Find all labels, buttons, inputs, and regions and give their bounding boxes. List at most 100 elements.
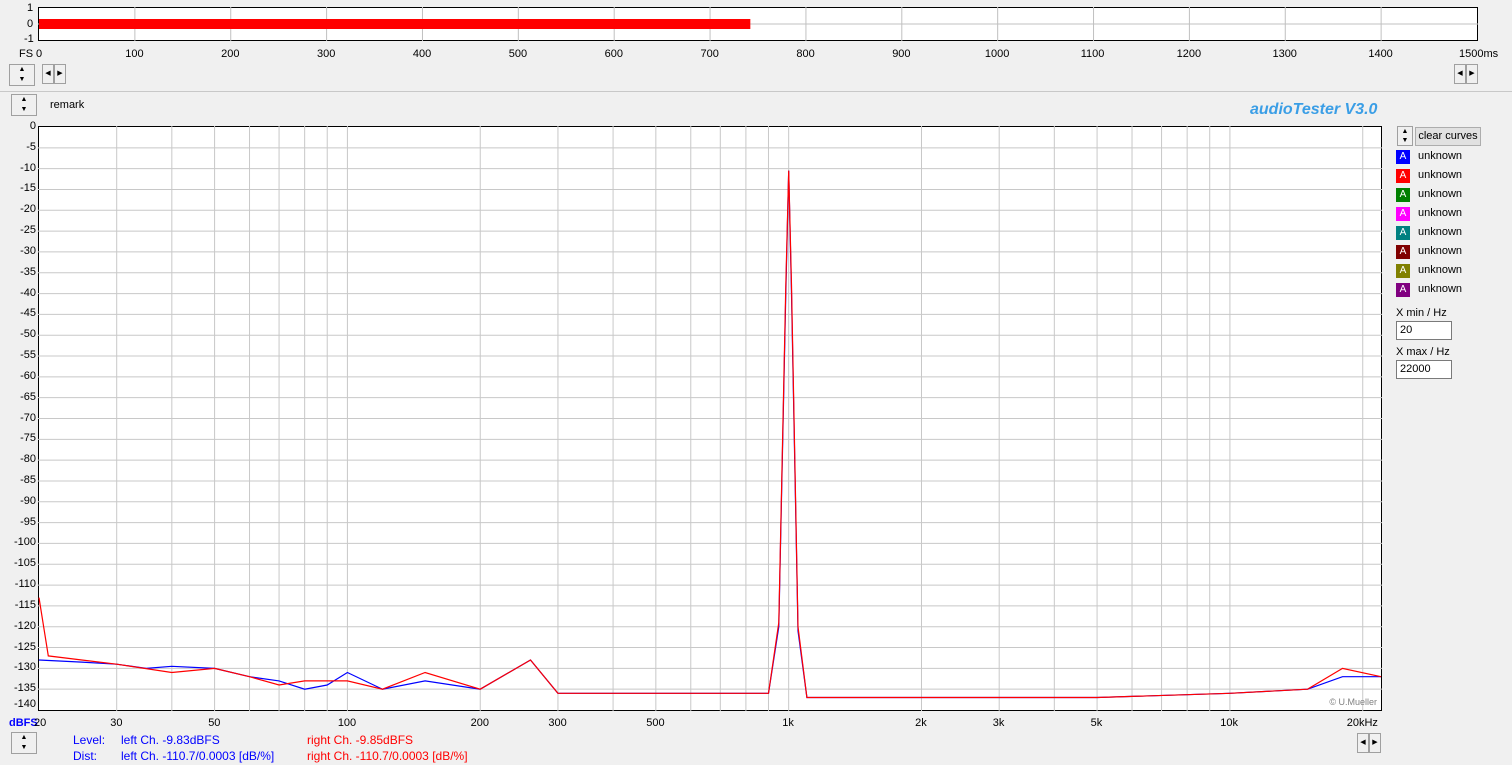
timeline-x-tick: 200 bbox=[221, 48, 240, 60]
remark-spinner[interactable]: ▲ ▼ bbox=[11, 94, 37, 116]
x-tick-label: 10k bbox=[1220, 717, 1239, 729]
arrow-down-icon[interactable]: ▼ bbox=[10, 75, 34, 85]
status-spinner[interactable]: ▲ ▼ bbox=[11, 732, 37, 754]
left-level-value: left Ch. -9.83dBFS bbox=[121, 733, 220, 747]
timeline-x-tick: 700 bbox=[700, 48, 719, 60]
series-line-left bbox=[38, 170, 1381, 699]
x-tick-label: 100 bbox=[337, 717, 357, 729]
y-tick-label: -110 bbox=[14, 578, 36, 591]
curve-toggle-icon[interactable]: A bbox=[1396, 188, 1410, 202]
timeline-x-tick: 300 bbox=[317, 48, 336, 60]
y-tick-label: -100 bbox=[13, 536, 36, 549]
brand-title: audioTester V3.0 bbox=[1250, 101, 1378, 118]
y-tick-label: -65 bbox=[20, 390, 36, 403]
y-tick-label: -35 bbox=[20, 265, 36, 278]
chart-scroll-right-button[interactable]: ▶ bbox=[1369, 733, 1381, 753]
y-tick-label: -55 bbox=[20, 349, 36, 362]
y-tick-label: -10 bbox=[20, 161, 36, 174]
y-tick-label: -25 bbox=[20, 224, 36, 237]
curve-toggle-icon[interactable]: A bbox=[1396, 226, 1410, 240]
x-tick-label: 20 bbox=[34, 717, 47, 729]
curve-toggle-icon[interactable]: A bbox=[1396, 169, 1410, 183]
timeline-panel: 1 0 -1 FS 0 100 200 300 400 500 600 700 800 900 10… bbox=[0, 0, 1512, 92]
x-tick-label: 50 bbox=[208, 717, 221, 729]
y-tick-label: -125 bbox=[13, 640, 36, 653]
curve-toggle-icon[interactable]: A bbox=[1396, 245, 1410, 259]
timeline-scroll-left-button[interactable]: ◀ bbox=[42, 64, 54, 84]
copyright-label: © U.Mueller bbox=[1329, 697, 1377, 707]
timeline-x-tick: 900 bbox=[892, 48, 911, 60]
y-tick-label: -70 bbox=[20, 411, 36, 424]
y-tick-label: -40 bbox=[20, 286, 36, 299]
y-tick-label: -45 bbox=[20, 307, 36, 320]
curve-toggle-icon[interactable]: A bbox=[1396, 150, 1410, 164]
x-tick-label: 500 bbox=[646, 717, 665, 729]
timeline-x-tick: 1200 bbox=[1176, 48, 1202, 60]
timeline-level-bar bbox=[39, 19, 751, 29]
timeline-scale-spinner[interactable]: ▲ ▼ bbox=[9, 64, 35, 86]
arrow-up-icon[interactable]: ▲ bbox=[12, 733, 36, 743]
arrow-down-icon[interactable]: ▼ bbox=[1398, 136, 1412, 145]
timeline-scroll-right-button[interactable]: ▶ bbox=[54, 64, 66, 84]
legend-label: unknown bbox=[1418, 264, 1463, 276]
y-tick-label: 0 bbox=[29, 120, 36, 132]
level-label: Level: bbox=[73, 733, 106, 747]
y-tick-label: -130 bbox=[13, 661, 36, 674]
y-tick-label: -85 bbox=[20, 473, 36, 486]
legend-label: unknown bbox=[1418, 283, 1463, 295]
timeline-zoom-right-button[interactable]: ▶ bbox=[1466, 64, 1478, 84]
y-tick-label: -140 bbox=[13, 698, 36, 710]
arrow-down-icon[interactable]: ▼ bbox=[12, 743, 36, 753]
timeline-x-tick: 800 bbox=[796, 48, 815, 60]
timeline-x-tick: 1400 bbox=[1368, 48, 1393, 60]
curve-spinner[interactable]: ▲ ▼ bbox=[1397, 126, 1413, 146]
x-tick-label: 1k bbox=[782, 717, 794, 729]
y-tick-label: -95 bbox=[20, 515, 36, 528]
xmax-label: X max / Hz bbox=[1396, 346, 1450, 358]
arrow-down-icon[interactable]: ▼ bbox=[12, 105, 36, 115]
y-tick-label: -90 bbox=[20, 494, 36, 507]
x-tick-label: 30 bbox=[110, 717, 123, 729]
arrow-up-icon[interactable]: ▲ bbox=[12, 95, 36, 105]
x-tick-label: 200 bbox=[470, 717, 489, 729]
x-tick-label: 5k bbox=[1090, 717, 1103, 729]
arrow-up-icon[interactable]: ▲ bbox=[1398, 127, 1412, 136]
xmin-input[interactable]: 20 bbox=[1396, 321, 1452, 340]
chart-scroll-left-button[interactable]: ◀ bbox=[1357, 733, 1369, 753]
spectrum-svg bbox=[38, 126, 1382, 711]
panel-divider bbox=[0, 91, 1512, 92]
y-tick-label: -135 bbox=[13, 682, 36, 695]
timeline-x-tick: 1100 bbox=[1080, 48, 1105, 60]
timeline-zoom-left-button[interactable]: ◀ bbox=[1454, 64, 1466, 84]
x-tick-label: 3k bbox=[992, 717, 1005, 729]
timeline-x-tick: 400 bbox=[412, 48, 432, 60]
curve-toggle-icon[interactable]: A bbox=[1396, 283, 1410, 297]
xmin-label: X min / Hz bbox=[1396, 307, 1447, 319]
y-tick-label: -60 bbox=[20, 369, 36, 382]
clear-curves-button[interactable]: clear curves bbox=[1415, 127, 1481, 146]
timeline-y-label-bottom: -1 bbox=[24, 33, 34, 45]
dist-label: Dist: bbox=[73, 749, 97, 763]
timeline-y-label-mid: 0 bbox=[27, 18, 34, 30]
timeline-x-tick: 1000 bbox=[984, 48, 1010, 60]
timeline-grid bbox=[38, 7, 1478, 41]
xmax-input[interactable]: 22000 bbox=[1396, 360, 1452, 379]
legend-label: unknown bbox=[1418, 150, 1463, 162]
right-level-value: right Ch. -9.85dBFS bbox=[307, 733, 414, 747]
y-tick-label: -75 bbox=[20, 432, 36, 445]
y-tick-label: -80 bbox=[20, 453, 36, 466]
left-dist-value: left Ch. -110.7/0.0003 [dB/%] bbox=[121, 749, 275, 763]
y-tick-label: -5 bbox=[26, 140, 36, 153]
timeline-x-tick: 500 bbox=[508, 48, 528, 60]
curve-toggle-icon[interactable]: A bbox=[1396, 207, 1410, 221]
arrow-up-icon[interactable]: ▲ bbox=[10, 65, 34, 75]
y-tick-label: -105 bbox=[13, 557, 36, 570]
y-tick-label: -115 bbox=[14, 598, 36, 611]
curve-toggle-icon[interactable]: A bbox=[1396, 264, 1410, 278]
x-tick-label: 2k bbox=[915, 717, 927, 729]
x-tick-label: 20kHz bbox=[1346, 717, 1378, 729]
remark-label: remark bbox=[50, 99, 85, 111]
legend-label: unknown bbox=[1418, 207, 1463, 219]
timeline-plot bbox=[38, 7, 1478, 41]
y-tick-label: -120 bbox=[13, 619, 36, 632]
